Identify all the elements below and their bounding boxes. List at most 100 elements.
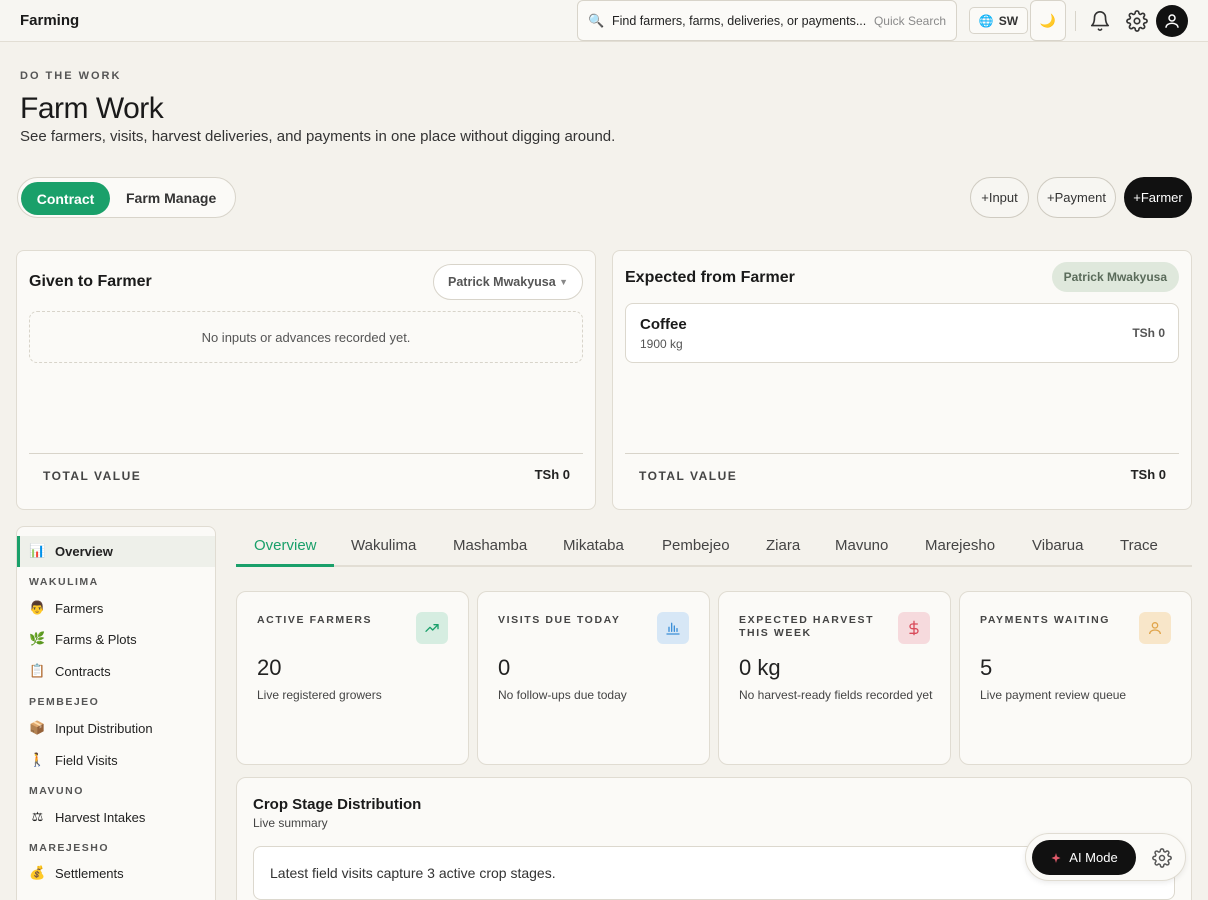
tab-bar: Overview Wakulima Mashamba Mikataba Pemb… xyxy=(236,528,1192,567)
crop-value: TSh 0 xyxy=(1132,326,1165,340)
total-value-label: TOTAL VALUE xyxy=(639,469,738,483)
add-farmer-button[interactable]: +Farmer xyxy=(1124,177,1192,218)
expected-from-farmer-card: Expected from Farmer Patrick Mwakyusa Co… xyxy=(612,250,1192,510)
money-bag-icon: 💰 xyxy=(29,865,46,880)
tab-mikataba[interactable]: Mikataba xyxy=(563,537,624,554)
stat-label: PAYMENTS WAITING xyxy=(980,614,1111,626)
app-brand[interactable]: Farming xyxy=(20,12,79,29)
tab-mavuno[interactable]: Mavuno xyxy=(835,537,888,554)
ai-mode-button[interactable]: AI Mode xyxy=(1032,840,1136,875)
farmer-badge: Patrick Mwakyusa xyxy=(1051,262,1179,292)
language-label: SW xyxy=(998,13,1019,28)
dollar-icon xyxy=(898,612,930,644)
sidebar-item-field-visits[interactable]: 🚶 Field Visits xyxy=(29,752,118,768)
search-placeholder: Find farmers, farms, deliveries, or paym… xyxy=(612,13,867,28)
tab-marejesho[interactable]: Marejesho xyxy=(925,537,995,554)
tab-trace[interactable]: Trace xyxy=(1120,537,1158,554)
crop-name: Coffee xyxy=(640,316,687,333)
stat-card-active-farmers: ACTIVE FARMERS 20 Live registered grower… xyxy=(236,591,469,765)
herb-icon: 🌿 xyxy=(29,631,46,646)
user-icon xyxy=(1165,14,1179,28)
user-avatar[interactable] xyxy=(1156,5,1188,37)
divider xyxy=(625,453,1179,454)
stat-card-expected-harvest: EXPECTED HARVEST THIS WEEK 0 kg No harve… xyxy=(718,591,951,765)
sidebar-item-harvest-intakes[interactable]: ⚖ Harvest Intakes xyxy=(29,809,146,825)
sidebar-item-label: Farms & Plots xyxy=(55,631,137,647)
sidebar-item-label: Input Distribution xyxy=(55,720,153,736)
sidebar-item-label: Harvest Intakes xyxy=(55,809,146,825)
walking-icon: 🚶 xyxy=(29,752,46,767)
tab-pembejeo[interactable]: Pembejeo xyxy=(662,537,730,554)
theme-toggle-button[interactable]: 🌙 xyxy=(1030,0,1066,41)
page-eyebrow: DO THE WORK xyxy=(20,70,122,82)
farmer-select[interactable]: Patrick Mwakyusa ▼ xyxy=(433,264,583,300)
card-title: Given to Farmer xyxy=(29,273,152,290)
divider xyxy=(29,453,583,454)
bar-chart-icon: 📊 xyxy=(29,543,46,558)
crop-stage-title: Crop Stage Distribution xyxy=(253,796,422,813)
caret-down-icon: ▼ xyxy=(559,277,568,287)
sidebar-section-title: MAREJESHO xyxy=(29,842,110,854)
sidebar-item-settlements[interactable]: 💰 Settlements xyxy=(29,865,124,881)
stat-value: 20 xyxy=(257,655,282,680)
search-input[interactable]: 🔍 Find farmers, farms, deliveries, or pa… xyxy=(577,0,957,41)
crop-stage-subtitle: Live summary xyxy=(253,816,328,830)
mode-toggle: Contract Farm Manage xyxy=(17,177,236,218)
quick-search-hint: Quick Search xyxy=(873,13,946,28)
stat-description: Live payment review queue xyxy=(980,688,1127,702)
moon-icon: 🌙 xyxy=(1039,12,1057,28)
divider xyxy=(1075,11,1076,31)
given-to-farmer-card: Given to Farmer Patrick Mwakyusa ▼ No in… xyxy=(16,250,596,510)
mode-farm-manage-button[interactable]: Farm Manage xyxy=(126,190,216,206)
stat-description: No harvest-ready fields recorded yet xyxy=(739,688,933,702)
stat-card-payments-waiting: PAYMENTS WAITING 5 Live payment review q… xyxy=(959,591,1192,765)
add-input-button[interactable]: +Input xyxy=(970,177,1029,218)
stat-description: Live registered growers xyxy=(257,688,382,702)
sidebar-item-overview[interactable]: 📊 Overview xyxy=(29,543,112,559)
tab-mashamba[interactable]: Mashamba xyxy=(453,537,527,554)
stat-label: VISITS DUE TODAY xyxy=(498,614,621,626)
sidebar-item-farmers[interactable]: 👨 Farmers xyxy=(29,600,103,616)
stat-label: EXPECTED HARVEST THIS WEEK xyxy=(739,614,875,639)
bar-chart-icon xyxy=(657,612,689,644)
bell-icon[interactable] xyxy=(1089,10,1111,32)
crop-quantity: 1900 kg xyxy=(640,337,683,351)
trending-up-icon xyxy=(416,612,448,644)
add-payment-button[interactable]: +Payment xyxy=(1037,177,1116,218)
mode-contract-button[interactable]: Contract xyxy=(21,182,110,215)
tab-wakulima[interactable]: Wakulima xyxy=(351,537,416,554)
stat-card-visits-due: VISITS DUE TODAY 0 No follow-ups due tod… xyxy=(477,591,710,765)
sidebar-item-contracts[interactable]: 📋 Contracts xyxy=(29,663,110,679)
sidebar-item-input-distribution[interactable]: 📦 Input Distribution xyxy=(29,720,153,736)
sidebar-item-label: Settlements xyxy=(55,865,124,881)
total-value: TSh 0 xyxy=(1130,467,1166,482)
sidebar-item-farms-plots[interactable]: 🌿 Farms & Plots xyxy=(29,631,137,647)
stat-value: 0 xyxy=(498,655,511,680)
ai-settings-gear-icon[interactable] xyxy=(1152,848,1172,868)
globe-icon: 🌐 xyxy=(978,13,994,28)
total-value-label: TOTAL VALUE xyxy=(43,469,142,483)
sidebar-item-label: Field Visits xyxy=(55,752,118,768)
page-subtitle: See farmers, visits, harvest deliveries,… xyxy=(20,128,616,145)
tab-ziara[interactable]: Ziara xyxy=(766,537,800,554)
package-icon: 📦 xyxy=(29,720,46,735)
language-button[interactable]: 🌐 SW xyxy=(969,7,1028,34)
farmer-icon: 👨 xyxy=(29,600,46,615)
sidebar-section-title: PEMBEJEO xyxy=(29,696,100,708)
card-title: Expected from Farmer xyxy=(625,269,795,286)
tab-overview[interactable]: Overview xyxy=(254,537,317,554)
search-icon: 🔍 xyxy=(588,12,605,28)
total-value: TSh 0 xyxy=(534,467,570,482)
ai-mode-widget: AI Mode xyxy=(1025,833,1186,881)
sparkle-icon xyxy=(1051,852,1061,863)
empty-state: No inputs or advances recorded yet. xyxy=(29,311,583,363)
scale-icon: ⚖ xyxy=(31,809,44,824)
settings-gear-icon[interactable] xyxy=(1126,10,1148,32)
stat-value: 0 kg xyxy=(739,655,781,680)
tab-vibarua[interactable]: Vibarua xyxy=(1032,537,1083,554)
crop-row: Coffee 1900 kg TSh 0 xyxy=(625,303,1179,363)
clipboard-icon: 📋 xyxy=(29,663,46,678)
top-bar: Farming 🔍 Find farmers, farms, deliverie… xyxy=(0,0,1208,42)
active-tab-underline xyxy=(236,564,334,567)
ai-mode-label: AI Mode xyxy=(1069,850,1118,865)
